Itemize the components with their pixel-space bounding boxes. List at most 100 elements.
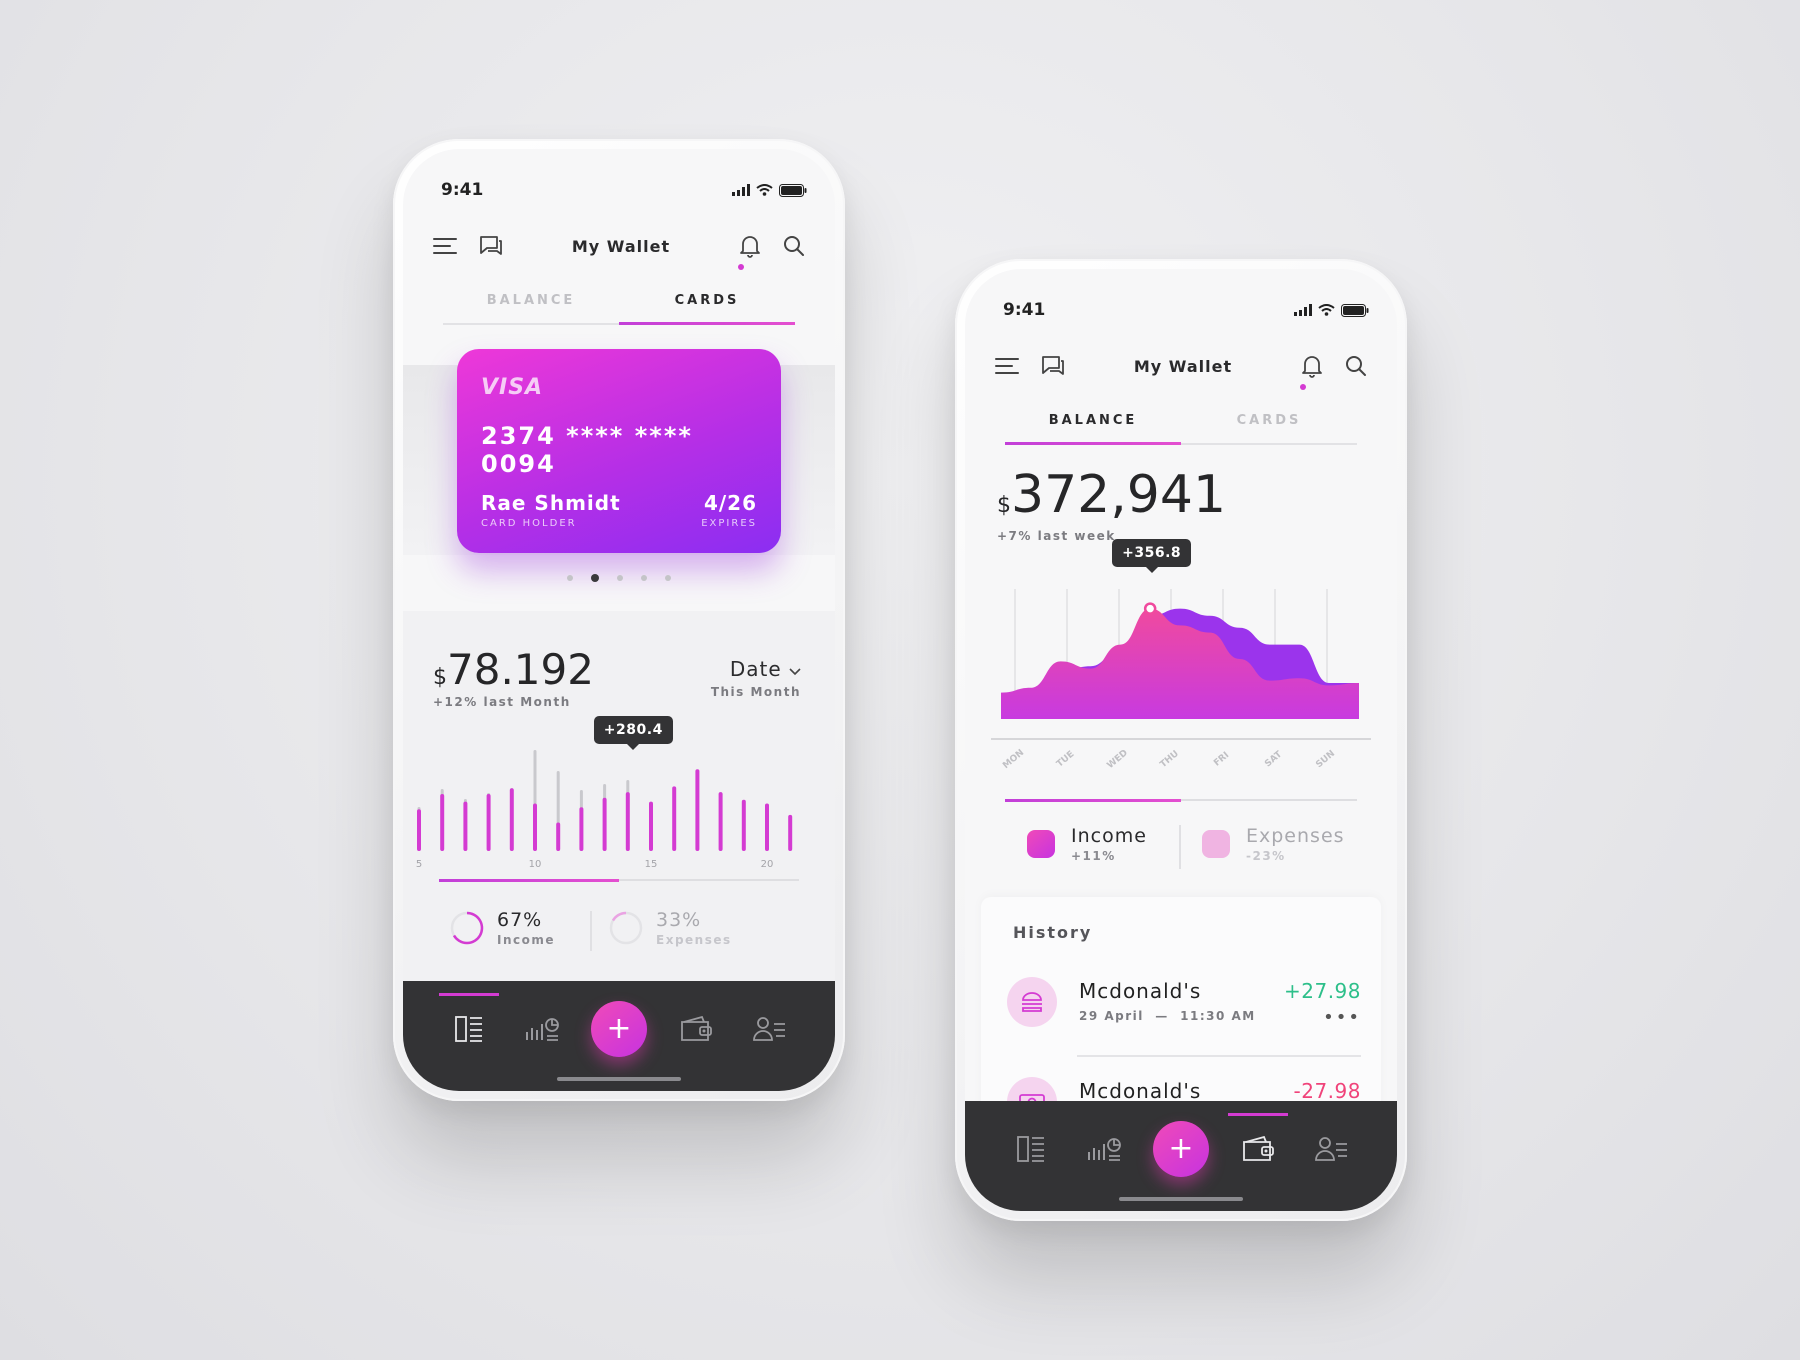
day-label: TUE (1055, 749, 1076, 769)
split-progress-fill (439, 879, 619, 882)
pager-dot[interactable] (641, 575, 647, 581)
tab-balance[interactable]: BALANCE (443, 289, 619, 323)
nav-stats[interactable] (1080, 1125, 1128, 1173)
card-pager[interactable] (403, 574, 835, 582)
bar[interactable] (417, 809, 421, 851)
legend-divider (1179, 825, 1181, 869)
tab-cards[interactable]: CARDS (1181, 409, 1357, 443)
bell-icon[interactable] (1301, 354, 1323, 378)
profile-icon (1314, 1137, 1347, 1161)
battery-icon (779, 183, 807, 197)
bar[interactable] (788, 814, 793, 851)
date-dropdown[interactable]: Date This Month (711, 657, 801, 699)
bar[interactable] (602, 797, 607, 851)
wifi-icon (756, 184, 773, 196)
profile-icon (752, 1017, 785, 1041)
chat-icon[interactable] (479, 235, 503, 257)
history-divider (1077, 1055, 1361, 1057)
nav-profile[interactable] (745, 1005, 793, 1053)
add-icon: + (606, 1011, 632, 1046)
add-button[interactable]: + (1152, 1121, 1209, 1177)
search-icon[interactable] (1345, 355, 1367, 377)
income-legend[interactable]: Income +11% (1027, 825, 1147, 863)
bar[interactable] (440, 794, 445, 851)
expenses-legend-change: -23% (1246, 849, 1286, 863)
status-bar: 9:41 (1003, 299, 1369, 321)
chat-icon[interactable] (1041, 355, 1065, 377)
amount-value: 372,941 (1011, 465, 1227, 525)
income-share[interactable]: 67% Income (449, 909, 555, 947)
home-indicator (557, 1077, 681, 1081)
pager-dot[interactable] (665, 575, 671, 581)
date-label: Date (711, 657, 801, 681)
card-expiry-label: EXPIRES (701, 518, 757, 529)
search-icon[interactable] (783, 235, 805, 257)
nav-stats[interactable] (518, 1005, 566, 1053)
screen: 9:41 My Wallet BALANCE CARDS VISA 2374 *… (403, 149, 835, 1091)
expenses-swatch-icon (1202, 830, 1230, 858)
page-title: My Wallet (571, 236, 671, 256)
card-expiry: 4/26 EXPIRES (701, 491, 757, 529)
nav-dashboard[interactable] (1007, 1125, 1055, 1173)
bar[interactable] (765, 803, 769, 852)
nav-dashboard[interactable] (439, 993, 500, 1053)
expenses-share[interactable]: 33% Expenses (608, 909, 732, 947)
history-item-name: Mcdonald's (1079, 1079, 1202, 1103)
battery-icon (1341, 303, 1369, 317)
nav-wallet[interactable] (1227, 1113, 1288, 1173)
expenses-legend[interactable]: Expenses -23% (1202, 825, 1345, 863)
bar[interactable] (556, 822, 561, 852)
bar[interactable] (463, 801, 468, 851)
notification-dot (738, 264, 744, 270)
bar[interactable] (741, 799, 746, 851)
bell-icon[interactable] (739, 234, 761, 258)
add-button[interactable]: + (590, 1001, 647, 1057)
bar[interactable] (649, 801, 653, 851)
weekly-area-chart: MON TUE WED THU FRI SAT SUN (991, 589, 1371, 771)
balance-change: +7% last week (997, 529, 1116, 543)
menu-icon[interactable] (995, 356, 1019, 376)
nav-wallet[interactable] (672, 1005, 720, 1053)
bar[interactable] (695, 769, 700, 851)
currency-symbol: $ (433, 665, 447, 690)
signal-icon (732, 184, 750, 196)
date-sub: This Month (710, 685, 801, 699)
highlight-point[interactable] (1143, 602, 1157, 615)
tick-label: 10 (529, 859, 542, 870)
history-item[interactable]: Mcdonald's 29 April — 11:30 AM +27.98 ••… (1007, 977, 1361, 1047)
nav-profile[interactable] (1307, 1125, 1355, 1173)
bar[interactable] (533, 803, 537, 852)
bar[interactable] (718, 792, 723, 851)
tab-cards[interactable]: CARDS (619, 289, 795, 325)
income-percent: 67% (497, 909, 543, 931)
pager-dot[interactable] (617, 575, 623, 581)
card-number: 2374 **** **** 0094 (481, 422, 693, 478)
pager-dot[interactable] (591, 574, 599, 582)
bar[interactable] (509, 788, 514, 851)
tab-bar: BALANCE CARDS (443, 289, 795, 325)
pager-dot[interactable] (567, 575, 573, 581)
legend-progress-fill (1005, 799, 1181, 802)
history-item-icon (1007, 977, 1057, 1027)
income-ring-icon (450, 911, 484, 945)
bar[interactable] (486, 794, 491, 851)
wifi-icon (1318, 304, 1335, 316)
screen: 9:41 My Wallet BALANCE CARDS $372,941 +7… (965, 269, 1397, 1211)
page-title: My Wallet (1133, 356, 1233, 376)
credit-card[interactable]: VISA 2374 **** **** 0094 Rae Shmidt CARD… (457, 349, 781, 553)
amount-value: 78.192 (447, 645, 594, 694)
income-legend-change: +11% (1071, 849, 1116, 863)
bar[interactable] (579, 807, 584, 851)
status-time: 9:41 (1003, 300, 1046, 320)
more-icon[interactable]: ••• (1323, 1007, 1361, 1028)
tab-balance[interactable]: BALANCE (1005, 409, 1181, 445)
tick-label: 5 (416, 859, 422, 870)
card-holder-label: CARD HOLDER (481, 518, 577, 529)
status-bar: 9:41 (441, 179, 807, 201)
menu-icon[interactable] (433, 236, 457, 256)
burger-icon (1022, 992, 1042, 1012)
balance-amount: $372,941 (997, 465, 1226, 525)
bar[interactable] (672, 786, 677, 851)
card-details: Rae Shmidt CARD HOLDER 4/26 EXPIRES (481, 491, 757, 529)
bar[interactable] (625, 792, 630, 851)
